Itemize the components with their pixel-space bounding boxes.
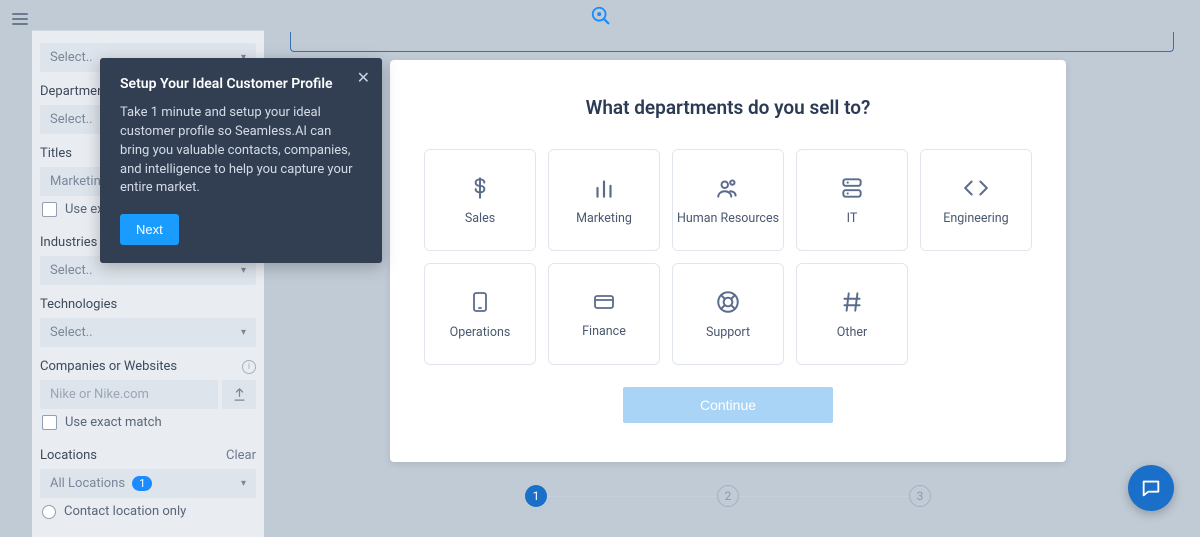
locations-select[interactable]: All Locations 1 ▾ (40, 469, 256, 498)
code-icon (962, 175, 990, 201)
locations-value: All Locations (50, 476, 125, 491)
close-icon[interactable]: ✕ (357, 68, 370, 87)
dept-label: Human Resources (677, 211, 779, 226)
industries-value: Select.. (50, 263, 93, 278)
dept-other[interactable]: Other (796, 263, 908, 365)
dept-operations[interactable]: Operations (424, 263, 536, 365)
technologies-value: Select.. (50, 325, 93, 340)
continue-button[interactable]: Continue (623, 387, 833, 423)
chevron-down-icon: ▾ (241, 265, 246, 276)
upload-icon[interactable] (222, 380, 256, 409)
dept-label: IT (847, 211, 858, 226)
card-icon (590, 290, 618, 314)
technologies-select[interactable]: Select.. ▾ (40, 318, 256, 347)
locations-label: Locations (40, 448, 97, 463)
dept-label: Support (706, 325, 750, 340)
dept-it[interactable]: IT (796, 149, 908, 251)
info-icon[interactable]: i (242, 360, 256, 374)
dept-label: Engineering (943, 211, 1008, 226)
onboarding-stepper: 1 2 3 (390, 485, 1066, 507)
tablet-icon (468, 289, 492, 315)
dept-label: Sales (465, 211, 495, 226)
dept-engineering[interactable]: Engineering (920, 149, 1032, 251)
step-3[interactable]: 3 (909, 485, 931, 507)
tour-title: Setup Your Ideal Customer Profile (120, 76, 362, 92)
chevron-down-icon: ▾ (241, 478, 246, 489)
hash-icon (839, 289, 865, 315)
checkbox-icon (42, 202, 57, 217)
companies-input[interactable]: Nike or Nike.com (40, 380, 218, 409)
topbar (0, 0, 1200, 30)
dept-sales[interactable]: Sales (424, 149, 536, 251)
locations-count-badge: 1 (132, 476, 152, 491)
departments-modal: What departments do you sell to? Sales M… (390, 60, 1066, 462)
companies-label: Companies or Websites i (40, 359, 256, 374)
checkbox-icon (42, 415, 57, 430)
app-logo[interactable] (590, 5, 610, 25)
departments-value: Select.. (50, 112, 93, 127)
step-1[interactable]: 1 (525, 485, 547, 507)
contact-location-only[interactable]: Contact location only (40, 498, 256, 525)
dept-support[interactable]: Support (672, 263, 784, 365)
chevron-down-icon: ▾ (241, 327, 246, 338)
technologies-label: Technologies (40, 297, 256, 312)
locations-label-row: Locations Clear (40, 448, 256, 463)
people-icon (714, 175, 742, 201)
radio-icon (42, 505, 56, 519)
dept-label: Marketing (576, 211, 632, 226)
companies-exact-label: Use exact match (65, 415, 162, 430)
stepper-line (739, 496, 909, 497)
locations-clear[interactable]: Clear (226, 448, 256, 463)
companies-placeholder: Nike or Nike.com (50, 387, 149, 402)
companies-exact-match[interactable]: Use exact match (40, 409, 256, 436)
dept-hr[interactable]: Human Resources (672, 149, 784, 251)
setup-icp-tour: ✕ Setup Your Ideal Customer Profile Take… (100, 58, 382, 263)
tour-body: Take 1 minute and setup your ideal custo… (120, 104, 362, 198)
departments-grid: Sales Marketing Human Resources IT Engin (424, 149, 1032, 365)
dept-finance[interactable]: Finance (548, 263, 660, 365)
tour-next-button[interactable]: Next (120, 214, 179, 245)
dollar-icon (467, 175, 493, 201)
step-2[interactable]: 2 (717, 485, 739, 507)
dept-label: Other (837, 325, 867, 340)
chat-icon[interactable] (1128, 465, 1174, 511)
modal-heading: What departments do you sell to? (586, 96, 871, 119)
dept-label: Finance (582, 324, 626, 339)
stepper-line (547, 496, 717, 497)
dept-marketing[interactable]: Marketing (548, 149, 660, 251)
search-banner (290, 32, 1174, 52)
contact-location-label: Contact location only (64, 504, 186, 519)
lifebuoy-icon (715, 289, 741, 315)
seniorities-value: Select.. (50, 50, 93, 65)
bar-chart-icon (591, 175, 617, 201)
menu-icon[interactable] (12, 10, 28, 28)
dept-label: Operations (450, 325, 511, 340)
server-icon (839, 175, 865, 201)
